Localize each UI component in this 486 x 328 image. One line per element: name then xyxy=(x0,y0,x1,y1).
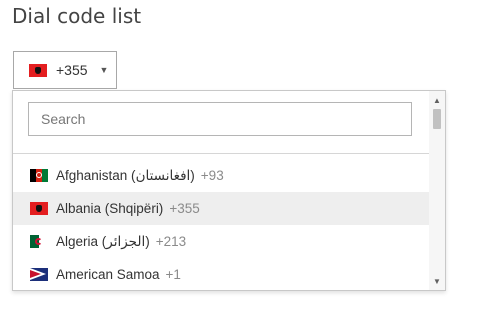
list-item-afghanistan[interactable]: Afghanistan (افغانستان) +93 xyxy=(13,159,429,192)
country-dial-code: +355 xyxy=(169,201,200,216)
country-name: Albania (Shqipëri) xyxy=(56,201,164,216)
chevron-down-icon: ▼ xyxy=(99,65,109,75)
country-name: Afghanistan (افغانستان) xyxy=(56,167,195,183)
country-dial-code: +1 xyxy=(165,267,181,282)
scroll-down-arrow-icon[interactable]: ▼ xyxy=(429,274,445,288)
search-area xyxy=(13,91,429,154)
list-item-algeria[interactable]: Algeria (الجزائر) +213 xyxy=(13,225,429,258)
american-samoa-flag-icon xyxy=(30,268,48,281)
algeria-flag-icon xyxy=(30,235,48,248)
scrollbar-thumb[interactable] xyxy=(433,109,441,129)
country-name: American Samoa xyxy=(56,267,160,282)
scroll-up-arrow-icon[interactable]: ▲ xyxy=(429,93,445,107)
country-dial-code: +213 xyxy=(155,234,187,249)
country-list: Afghanistan (افغانستان) +93 Albania (Shq… xyxy=(13,159,429,290)
search-input[interactable] xyxy=(28,102,412,136)
list-item-albania[interactable]: Albania (Shqipëri) +355 xyxy=(13,192,429,225)
selected-dial-code: +355 xyxy=(56,62,88,78)
list-item-american-samoa[interactable]: American Samoa +1 xyxy=(13,258,429,290)
albania-flag-icon xyxy=(29,63,47,77)
page-title: Dial code list xyxy=(12,4,142,28)
country-name: Algeria (الجزائر) xyxy=(56,233,150,249)
dial-code-dropdown: Afghanistan (افغانستان) +93 Albania (Shq… xyxy=(12,90,446,291)
afghanistan-flag-icon xyxy=(30,169,48,182)
vertical-scrollbar[interactable]: ▲ ▼ xyxy=(429,91,445,290)
dial-code-select[interactable]: +355 ▼ xyxy=(13,51,117,89)
country-dial-code: +93 xyxy=(200,168,224,183)
albania-flag-icon xyxy=(30,202,48,215)
